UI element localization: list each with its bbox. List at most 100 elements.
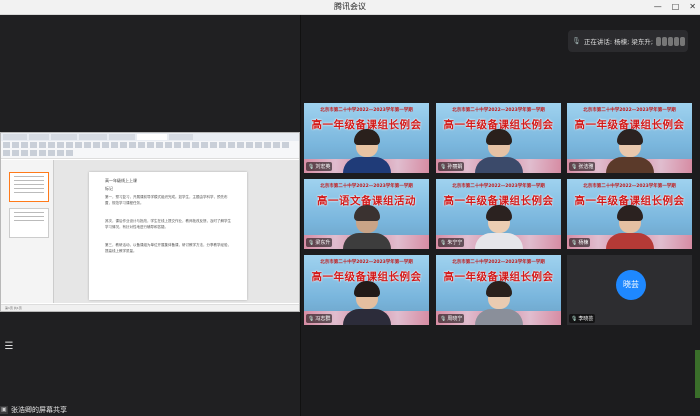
participant-body <box>474 309 523 325</box>
participant-video <box>342 281 391 325</box>
mic-icon: 🎙 <box>308 315 315 322</box>
mic-icon: 🎙 <box>571 163 578 170</box>
participant-name-bar: 🎙 朱宁宁 <box>438 238 465 247</box>
screen-share-name: 张浩卿的屏幕共享 <box>11 405 67 414</box>
doc-tab <box>29 134 49 140</box>
video-tile[interactable]: 北京市第二十中学2022—2023学年第一学期 高一年级备课组长例会 🎙 刘宏英 <box>304 103 429 173</box>
participant-name: 周晓宁 <box>447 316 463 322</box>
banner-subtitle: 北京市第二十中学2022—2023学年第一学期 <box>320 260 413 265</box>
toolbar-button <box>210 142 217 148</box>
video-tile[interactable]: 北京市第二十中学2022—2023学年第一学期 高一年级备课组长例会 🎙 杨楝 <box>567 179 692 249</box>
participant-name-bar: 🎙 刘宏英 <box>306 162 333 171</box>
mic-icon: 🎙 <box>440 239 447 246</box>
toolbar-button <box>3 142 10 148</box>
doc-tab-active <box>137 134 167 140</box>
video-tile[interactable]: 北京市第二十中学2022—2023学年第一学期 高一年级备课组长例会 🎙 孙丽娟 <box>436 103 561 173</box>
document-title: 高一年级线上上课 <box>105 178 137 183</box>
document-paragraph: 其次，课后作业设计与批改，学生在线上提交作业，教师批改反馈，及时了解学生学习情况… <box>105 219 231 229</box>
participant-hair <box>616 129 643 145</box>
participant-name-bar: 🎙 周晓宁 <box>438 314 465 323</box>
toolbar-button <box>129 142 136 148</box>
toolbar-button <box>21 142 28 148</box>
page-thumbnail <box>9 172 49 202</box>
document-paragraph: 第三，教研活动，以备课组为单位开展集体备课，研讨教学方法，分享教学经验，提高线上… <box>105 243 231 253</box>
mic-icon: 🎙 <box>571 239 578 246</box>
toolbar-button <box>57 150 64 156</box>
video-tile[interactable]: 北京市第二十中学2022—2023学年第一学期 高一年级备课组长例会 🎙 朱宁宁 <box>436 179 561 249</box>
toolbar-button <box>93 142 100 148</box>
participant-hair <box>353 205 380 221</box>
video-tile[interactable]: 北京市第二十中学2022—2023学年第一学期 高一年级备课组长例会 🎙 张洁雅 <box>567 103 692 173</box>
window-title: 腾讯会议 <box>334 2 366 11</box>
mic-icon: 🎙 <box>440 163 447 170</box>
video-tile-avatar[interactable]: 晓芸 🎙 李晓芸 <box>567 255 692 325</box>
screen-share-icon: ▣ <box>0 405 8 414</box>
document-paragraph: 第一，预习复习，开展课前导学模式组织完成。如学生，主题由学科学，预先布置，规范学… <box>105 195 228 205</box>
toolbar-button <box>57 142 64 148</box>
participant-name-bar: 🎙 杨楝 <box>569 238 591 247</box>
minimize-button[interactable]: — <box>654 2 662 11</box>
video-tile[interactable]: 北京市第二十中学2022—2023学年第一学期 高一年级备课组长例会 🎙 冯志群 <box>304 255 429 325</box>
participant-hair <box>353 129 380 145</box>
participant-name-bar: 🎙 张洁雅 <box>569 162 596 171</box>
speaking-text: 正在讲话: 杨楝; 梁东升; <box>583 38 654 46</box>
toolbar-button <box>66 142 73 148</box>
toolbar-button <box>138 142 145 148</box>
panel-divider[interactable] <box>300 15 301 416</box>
thumbnail-pane <box>1 160 54 303</box>
participant-hair <box>353 281 380 297</box>
toolbar-button <box>12 142 19 148</box>
avatar: 晓芸 <box>616 270 646 300</box>
participant-name-bar: 🎙 冯志群 <box>306 314 333 323</box>
banner-subtitle: 北京市第二十中学2022—2023学年第一学期 <box>583 108 676 113</box>
document-heading: 标记 <box>105 186 113 191</box>
participant-hair <box>485 205 512 221</box>
participant-body <box>342 309 391 325</box>
document-body: 高一年级线上上课 标记 第一，预习复习，开展课前导学模式组织完成。如学生，主题由… <box>1 160 299 303</box>
toolbar-button <box>48 150 55 156</box>
participant-body <box>605 157 654 173</box>
toolbar-button <box>102 142 109 148</box>
participant-body <box>474 233 523 249</box>
participant-video <box>342 205 391 249</box>
maximize-button[interactable]: □ <box>672 2 680 11</box>
participant-name: 梁东升 <box>315 240 331 246</box>
menu-icon[interactable]: ☰ <box>3 341 15 353</box>
banner-subtitle: 北京市第二十中学2022—2023学年第一学期 <box>452 184 545 189</box>
participant-video <box>605 129 654 173</box>
banner-subtitle: 北京市第二十中学2022—2023学年第一学期 <box>452 260 545 265</box>
toolbar-button <box>21 150 28 156</box>
video-tile[interactable]: 北京市第二十中学2022—2023学年第一学期 高一语文备课组活动 🎙 梁东升 <box>304 179 429 249</box>
doc-tab <box>3 134 27 140</box>
mic-icon: 🎙 <box>308 163 315 170</box>
participant-video <box>474 129 523 173</box>
participant-name: 杨楝 <box>578 240 589 246</box>
toolbar-button <box>192 142 199 148</box>
participant-video <box>474 281 523 325</box>
toolbar-button <box>174 142 181 148</box>
toolbar-button <box>66 150 73 156</box>
participant-name-bar: 🎙 梁东升 <box>306 238 333 247</box>
toolbar-button <box>30 150 37 156</box>
title-bar: 腾讯会议 — □ ✕ <box>0 0 700 15</box>
video-tile[interactable]: 北京市第二十中学2022—2023学年第一学期 高一年级备课组长例会 🎙 周晓宁 <box>436 255 561 325</box>
participant-name-bar: 🎙 孙丽娟 <box>438 162 465 171</box>
participant-video <box>342 129 391 173</box>
participant-video <box>474 205 523 249</box>
toolbar-button <box>48 142 55 148</box>
mic-icon: 🎙 <box>440 315 447 322</box>
document-tabs <box>1 133 299 141</box>
toolbar-button <box>120 142 127 148</box>
scroll-handle[interactable] <box>695 350 700 398</box>
participant-name: 张洁雅 <box>578 164 594 170</box>
mic-icon: 🎙 <box>572 37 581 45</box>
participant-body <box>474 157 523 173</box>
screen-share-area[interactable]: 高一年级线上上课 标记 第一，预习复习，开展课前导学模式组织完成。如学生，主题由… <box>0 15 300 416</box>
participant-body <box>342 233 391 249</box>
close-button[interactable]: ✕ <box>689 2 696 11</box>
participant-hair <box>485 281 512 297</box>
banner-subtitle: 北京市第二十中学2022—2023学年第一学期 <box>452 108 545 113</box>
mic-icon: 🎙 <box>571 315 578 322</box>
banner-subtitle: 北京市第二十中学2022—2023学年第一学期 <box>320 184 413 189</box>
toolbar-button <box>282 142 289 148</box>
